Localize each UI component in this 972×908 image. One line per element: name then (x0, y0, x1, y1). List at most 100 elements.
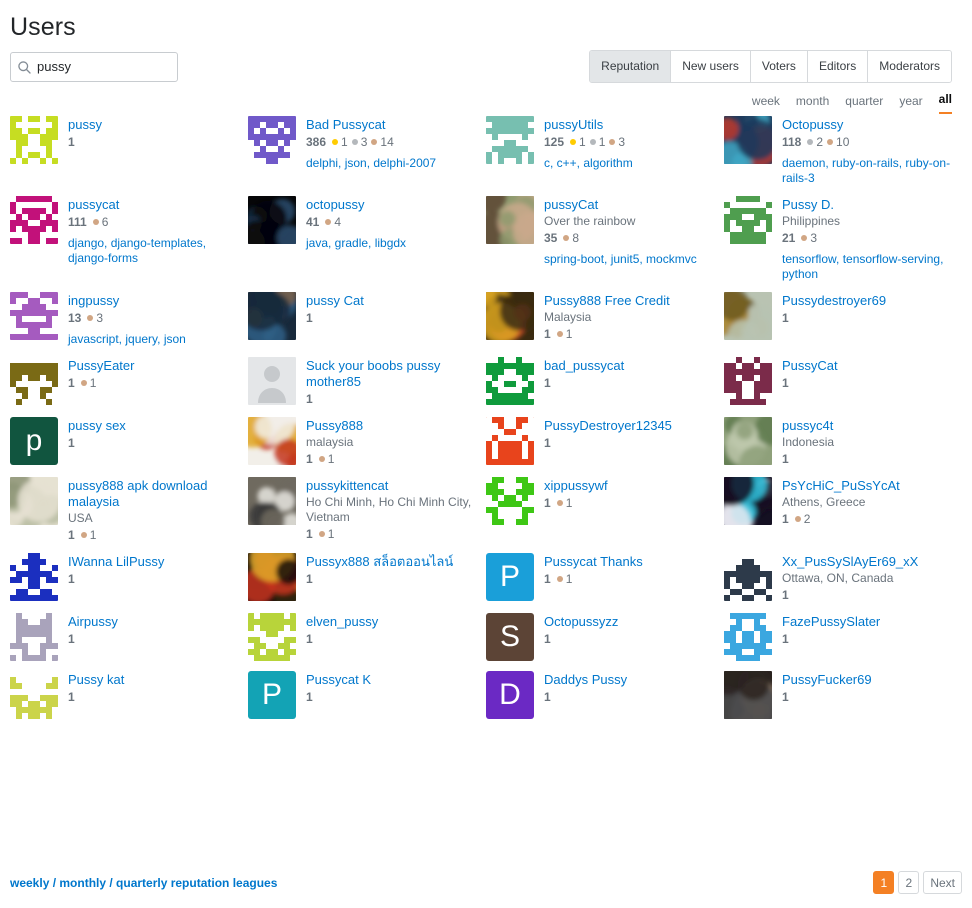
avatar[interactable] (486, 477, 534, 525)
user-top-tags[interactable]: delphi, json, delphi-2007 (306, 156, 478, 171)
avatar[interactable] (10, 477, 58, 525)
user-name-link[interactable]: IWanna LilPussy (68, 554, 240, 570)
gold-badge-icon (570, 139, 577, 145)
user-name-link[interactable]: pussyUtils (544, 117, 716, 133)
user-name-link[interactable]: Bad Pussycat (306, 117, 478, 133)
avatar[interactable] (486, 116, 534, 164)
avatar-placeholder-icon[interactable] (248, 357, 296, 405)
avatar[interactable] (248, 292, 296, 340)
time-filter-month[interactable]: month (796, 93, 829, 114)
user-name-link[interactable]: pussykittencat (306, 478, 478, 494)
user-name-link[interactable]: pussy (68, 117, 240, 133)
avatar[interactable] (486, 292, 534, 340)
avatar[interactable] (724, 671, 772, 719)
avatar[interactable]: D (486, 671, 534, 719)
avatar[interactable] (724, 477, 772, 525)
avatar[interactable] (248, 116, 296, 164)
user-name-link[interactable]: Pussy888 Free Credit (544, 293, 716, 309)
user-name-link[interactable]: pussy sex (68, 418, 240, 434)
user-name-link[interactable]: PussyFucker69 (782, 672, 954, 688)
reputation-leagues-link[interactable]: weekly / monthly / quarterly reputation … (10, 876, 277, 890)
tab-editors[interactable]: Editors (807, 51, 869, 82)
user-name-link[interactable]: Pussy kat (68, 672, 240, 688)
avatar[interactable] (486, 417, 534, 465)
user-name-link[interactable]: Xx_PusSySlAyEr69_xX (782, 554, 954, 570)
user-top-tags[interactable]: java, gradle, libgdx (306, 236, 478, 251)
avatar[interactable] (724, 116, 772, 164)
user-name-link[interactable]: PussyDestroyer12345 (544, 418, 716, 434)
user-name-link[interactable]: PussyCat (782, 358, 954, 374)
tab-new-users[interactable]: New users (671, 51, 751, 82)
avatar[interactable] (248, 613, 296, 661)
avatar[interactable] (248, 417, 296, 465)
user-name-link[interactable]: bad_pussycat (544, 358, 716, 374)
user-top-tags[interactable]: spring-boot, junit5, mockmvc (544, 252, 716, 267)
avatar[interactable] (486, 357, 534, 405)
user-name-link[interactable]: Octopussy (782, 117, 954, 133)
avatar[interactable] (248, 477, 296, 525)
user-name-link[interactable]: PussyEater (68, 358, 240, 374)
avatar[interactable] (248, 553, 296, 601)
time-filter-week[interactable]: week (752, 93, 780, 114)
avatar[interactable] (10, 553, 58, 601)
user-card: S Octopussyzz 1 (486, 613, 724, 671)
avatar[interactable] (724, 613, 772, 661)
user-name-link[interactable]: FazePussySlater (782, 614, 954, 630)
user-location: USA (68, 511, 93, 525)
user-name-link[interactable]: xippussywf (544, 478, 716, 494)
user-name-link[interactable]: pussycat (68, 197, 240, 213)
time-filter-year[interactable]: year (899, 93, 922, 114)
avatar[interactable]: S (486, 613, 534, 661)
user-name-link[interactable]: pussyc4t (782, 418, 954, 434)
user-top-tags[interactable]: django, django-templates, django-forms (68, 236, 240, 266)
user-name-link[interactable]: Suck your boobs pussy mother85 (306, 358, 478, 390)
avatar[interactable] (10, 196, 58, 244)
user-name-link[interactable]: Pussy888 (306, 418, 478, 434)
user-name-link[interactable]: Daddys Pussy (544, 672, 716, 688)
user-top-tags[interactable]: javascript, jquery, json (68, 332, 240, 347)
avatar[interactable] (724, 553, 772, 601)
avatar[interactable] (10, 671, 58, 719)
user-name-link[interactable]: octopussy (306, 197, 478, 213)
search-input[interactable] (37, 58, 171, 76)
user-top-tags[interactable]: c, c++, algorithm (544, 156, 716, 171)
avatar[interactable] (248, 196, 296, 244)
user-name-link[interactable]: Pussycat K (306, 672, 478, 688)
page-button-1[interactable]: 1 (873, 871, 895, 894)
user-name-link[interactable]: Pussydestroyer69 (782, 293, 954, 309)
page-button-2[interactable]: 2 (898, 871, 920, 894)
user-name-link[interactable]: Octopussyzz (544, 614, 716, 630)
avatar[interactable] (724, 417, 772, 465)
user-name-link[interactable]: Pussycat Thanks (544, 554, 716, 570)
avatar[interactable] (10, 292, 58, 340)
user-name-link[interactable]: ingpussy (68, 293, 240, 309)
user-search-box[interactable] (10, 52, 178, 82)
avatar[interactable] (10, 357, 58, 405)
user-name-link[interactable]: pussy888 apk download malaysia (68, 478, 240, 510)
user-top-tags[interactable]: tensorflow, tensorflow-serving, python (782, 252, 954, 282)
tab-voters[interactable]: Voters (750, 51, 808, 82)
avatar[interactable]: P (248, 671, 296, 719)
user-name-link[interactable]: elven_pussy (306, 614, 478, 630)
user-card: Pussy D. Philippines 21 3 tensorflow, tensor… (724, 196, 962, 292)
tab-reputation[interactable]: Reputation (590, 51, 672, 82)
user-name-link[interactable]: pussy Cat (306, 293, 478, 309)
avatar[interactable]: P (486, 553, 534, 601)
time-filter-quarter[interactable]: quarter (845, 93, 883, 114)
user-name-link[interactable]: Pussy D. (782, 197, 954, 213)
page-button-next[interactable]: Next (923, 871, 962, 894)
user-name-link[interactable]: pussyCat (544, 197, 716, 213)
user-name-link[interactable]: Airpussy (68, 614, 240, 630)
user-top-tags[interactable]: daemon, ruby-on-rails, ruby-on-rails-3 (782, 156, 954, 186)
avatar[interactable] (724, 357, 772, 405)
tab-moderators[interactable]: Moderators (868, 51, 951, 82)
avatar[interactable] (724, 196, 772, 244)
avatar[interactable] (10, 613, 58, 661)
avatar[interactable] (724, 292, 772, 340)
user-name-link[interactable]: PsYcHiC_PuSsYcAt (782, 478, 954, 494)
user-name-link[interactable]: Pussyx888 สล็อตออนไลน์ (306, 554, 478, 570)
time-filter-all[interactable]: all (938, 91, 952, 114)
avatar[interactable]: p (10, 417, 58, 465)
avatar[interactable] (10, 116, 58, 164)
avatar[interactable] (486, 196, 534, 244)
